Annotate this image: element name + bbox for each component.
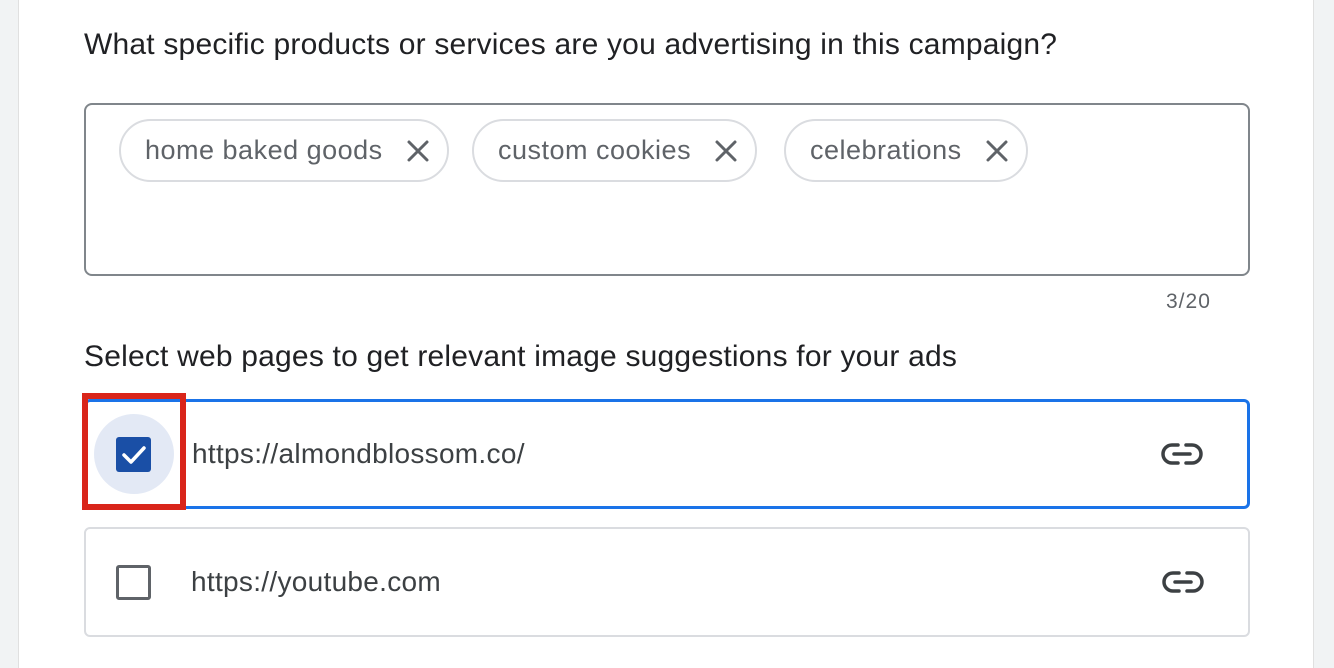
products-chip-input[interactable]: home baked goods custom cookies celebrat… — [84, 103, 1250, 276]
checkbox-unchecked[interactable] — [116, 565, 151, 600]
highlight-box — [82, 393, 186, 510]
products-question: What specific products or services are y… — [84, 28, 1058, 61]
chip-label: home baked goods — [145, 135, 383, 165]
web-page-row-youtube[interactable]: https://youtube.com — [84, 527, 1250, 637]
chip-counter: 3/20 — [1166, 290, 1211, 313]
web-page-row-almondblossom[interactable]: https://almondblossom.co/ — [84, 399, 1250, 509]
web-pages-label: Select web pages to get relevant image s… — [84, 340, 958, 373]
link-icon[interactable] — [1161, 442, 1203, 466]
chip-custom-cookies: custom cookies — [472, 119, 758, 182]
web-page-url: https://almondblossom.co/ — [192, 438, 525, 469]
close-icon[interactable] — [713, 138, 739, 164]
web-page-url: https://youtube.com — [191, 566, 442, 597]
chip-label: custom cookies — [498, 135, 692, 165]
chip-celebrations: celebrations — [784, 119, 1028, 182]
close-icon[interactable] — [984, 138, 1010, 164]
link-icon[interactable] — [1162, 570, 1204, 594]
close-icon[interactable] — [405, 138, 431, 164]
chip-home-baked-goods: home baked goods — [119, 119, 449, 182]
chip-label: celebrations — [810, 135, 962, 165]
